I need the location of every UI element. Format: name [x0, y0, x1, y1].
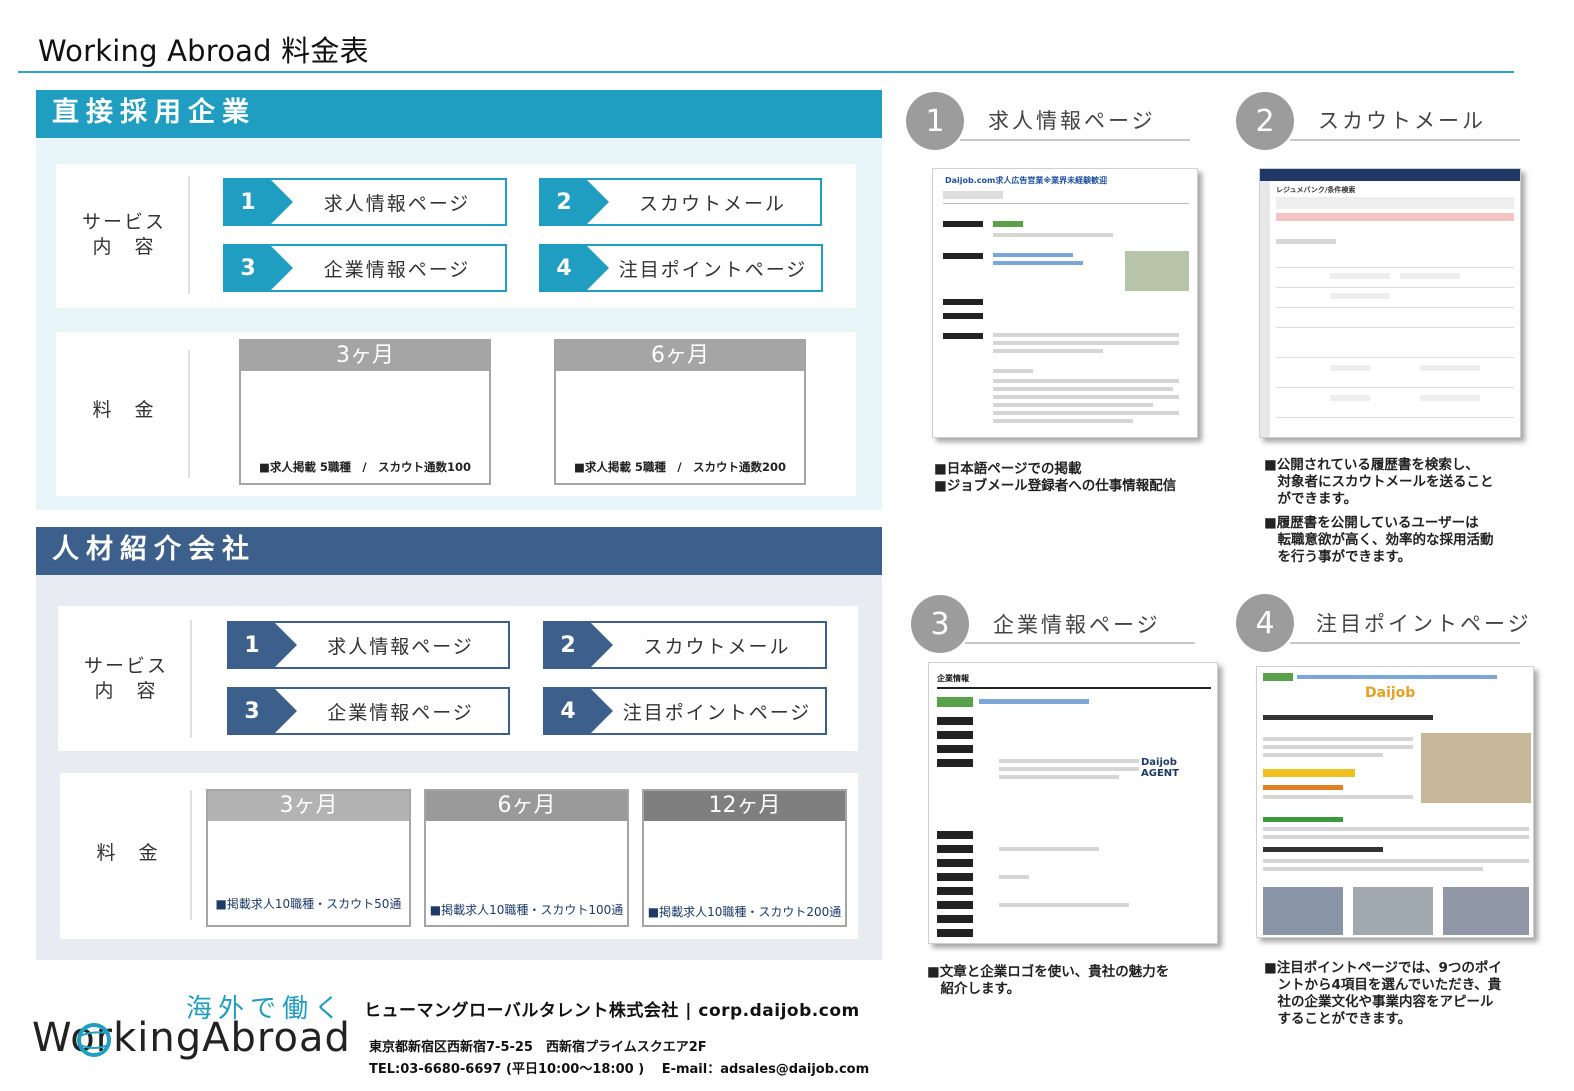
service-number: 1	[229, 623, 297, 667]
service-label: 企業情報ページ	[327, 701, 474, 724]
plan-title: 12ヶ月	[644, 791, 845, 821]
service-number: 2	[541, 180, 609, 224]
service-number: 3	[229, 689, 297, 733]
feature-2-desc-line: ■履歴書を公開しているユーザーは	[1264, 515, 1479, 531]
service-label: 求人情報ページ	[327, 635, 474, 658]
feature-4-title: 注目ポイントページ	[1316, 612, 1532, 636]
feature-2-shot-header: レジュメバンク/条件検索	[1276, 186, 1356, 194]
divider	[190, 620, 192, 738]
feature-1-screenshot: Daijob.com求人広告営業※業界未経験歓迎	[932, 168, 1198, 438]
agency-plan-3m[interactable]: 3ヶ月 ■掲載求人10職種・スカウト50通	[206, 789, 411, 927]
direct-service-3[interactable]: 3 企業情報ページ	[223, 244, 507, 292]
feature-1-number: 1	[906, 92, 964, 150]
plan-note: ■求人掲載 5職種 / スカウト通数100	[258, 460, 472, 474]
feature-3-shot-header: 企業情報	[937, 674, 969, 683]
direct-service-4[interactable]: 4 注目ポイントページ	[539, 244, 823, 292]
feature-4-desc-line: ■注目ポイントページでは、9つのポイ	[1264, 960, 1502, 976]
plan-title: 3ヶ月	[241, 341, 489, 371]
agency-price-label: 料 金	[96, 842, 160, 864]
feature-2-title: スカウトメール	[1318, 109, 1486, 133]
service-number: 2	[545, 623, 613, 667]
feature-1-rule	[960, 139, 1190, 141]
service-label: 注目ポイントページ	[618, 258, 808, 281]
feature-3-desc-line: ■文章と企業ロゴを使い、貴社の魅力を	[927, 964, 1170, 980]
agency-service-4[interactable]: 4 注目ポイントページ	[543, 687, 827, 735]
service-label: 求人情報ページ	[323, 192, 471, 215]
feature-2-desc-line: を行う事ができます。	[1264, 549, 1412, 565]
feature-1-desc-line: ■日本語ページでの掲載	[934, 461, 1082, 477]
agency-service-label: サービス 内 容	[78, 654, 174, 704]
footer-contact[interactable]: TEL:03-6680-6697 (平日10:00～18:00 ) E-mail…	[369, 1058, 869, 1077]
agency-section-header: 人材紹介会社	[36, 527, 882, 575]
agency-service-3[interactable]: 3 企業情報ページ	[227, 687, 510, 735]
feature-1-shot-header: Daijob.com求人広告営業※業界未経験歓迎	[945, 176, 1108, 185]
feature-2-desc-line: 転職意欲が高く、効率的な採用活動	[1264, 532, 1494, 548]
direct-plan-3m[interactable]: 3ヶ月 ■求人掲載 5職種 / スカウト通数100	[239, 339, 491, 485]
feature-2-desc-line: ができます。	[1264, 491, 1358, 507]
direct-service-label-line2: 内 容	[92, 236, 156, 258]
direct-service-label-line1: サービス	[81, 211, 166, 233]
feature-4-shot-header: Daijob	[1365, 685, 1416, 701]
feature-4-desc-line: 社の企業文化や事業内容をアピール	[1264, 994, 1494, 1010]
feature-3-desc: ■文章と企業ロゴを使い、貴社の魅力を 紹介します。	[927, 964, 1169, 998]
feature-3-desc-line: 紹介します。	[927, 981, 1021, 997]
feature-2-screenshot: レジュメバンク/条件検索	[1259, 168, 1521, 438]
feature-2-desc-line: ■公開されている履歴書を検索し、	[1264, 457, 1479, 473]
feature-2-number: 2	[1236, 92, 1294, 150]
service-label: 企業情報ページ	[323, 258, 471, 281]
agency-plan-6m[interactable]: 6ヶ月 ■掲載求人10職種・スカウト100通	[424, 789, 629, 927]
agency-service-label-line2: 内 容	[94, 680, 158, 702]
plan-title: 3ヶ月	[208, 791, 409, 821]
feature-4-desc-line: することができます。	[1264, 1011, 1412, 1027]
service-number: 3	[225, 246, 293, 290]
direct-service-2[interactable]: 2 スカウトメール	[539, 178, 822, 226]
feature-2-desc-line: 対象者にスカウトメールを送ること	[1264, 474, 1494, 490]
feature-4-rule	[1290, 642, 1520, 644]
service-number: 1	[225, 180, 293, 224]
feature-2-desc: ■公開されている履歴書を検索し、 対象者にスカウトメールを送ること ができます。…	[1264, 457, 1494, 566]
service-label: スカウトメール	[638, 192, 786, 215]
service-label: 注目ポイントページ	[622, 701, 812, 724]
feature-4-desc-line: ントから4項目を選んでいただき、貴	[1264, 977, 1502, 993]
plan-note: ■掲載求人10職種・スカウト100通	[429, 903, 624, 917]
plan-title: 6ヶ月	[426, 791, 627, 821]
feature-3-title: 企業情報ページ	[993, 613, 1161, 637]
feature-4-desc: ■注目ポイントページでは、9つのポイ ントから4項目を選んでいただき、貴 社の企…	[1264, 960, 1502, 1028]
feature-1-title: 求人情報ページ	[988, 109, 1156, 133]
agency-service-2[interactable]: 2 スカウトメール	[543, 621, 827, 669]
divider	[188, 350, 190, 478]
feature-2-rule	[1290, 139, 1520, 141]
globe-icon	[76, 1022, 112, 1058]
direct-service-label: サービス 内 容	[76, 210, 172, 260]
footer-address: 東京都新宿区西新宿7-5-25 西新宿プライムスクエア2F	[369, 1040, 707, 1055]
plan-title: 6ヶ月	[556, 341, 804, 371]
plan-note: ■求人掲載 5職種 / スカウト通数200	[573, 460, 787, 474]
title-rule	[18, 71, 1514, 73]
page-title: Working Abroad 料金表	[38, 34, 369, 68]
divider	[188, 176, 190, 294]
feature-3-number: 3	[911, 595, 969, 653]
agency-service-1[interactable]: 1 求人情報ページ	[227, 621, 510, 669]
plan-note: ■掲載求人10職種・スカウト200通	[647, 905, 842, 919]
plan-note: ■掲載求人10職種・スカウト50通	[215, 897, 402, 911]
feature-1-desc: ■日本語ページでの掲載 ■ジョブメール登録者への仕事情報配信	[934, 461, 1176, 495]
agency-service-label-line1: サービス	[83, 655, 168, 677]
feature-3-shot-logo: Daijob AGENT	[1141, 757, 1179, 779]
direct-plan-6m[interactable]: 6ヶ月 ■求人掲載 5職種 / スカウト通数200	[554, 339, 806, 485]
service-number: 4	[545, 689, 613, 733]
feature-1-desc-line: ■ジョブメール登録者への仕事情報配信	[934, 478, 1177, 494]
footer-company[interactable]: ヒューマングローバルタレント株式会社 | corp.daijob.com	[364, 996, 860, 1021]
feature-4-screenshot: Daijob	[1256, 666, 1534, 938]
service-number: 4	[541, 246, 609, 290]
direct-price-label: 料 金	[92, 399, 156, 421]
divider	[190, 790, 192, 920]
agency-plan-12m[interactable]: 12ヶ月 ■掲載求人10職種・スカウト200通	[642, 789, 847, 927]
service-label: スカウトメール	[643, 635, 791, 658]
direct-service-1[interactable]: 1 求人情報ページ	[223, 178, 507, 226]
feature-3-rule	[965, 642, 1195, 644]
direct-section-header: 直接採用企業	[36, 90, 882, 138]
feature-4-number: 4	[1236, 594, 1294, 652]
feature-3-screenshot: 企業情報 Daijob AGENT	[928, 662, 1218, 944]
